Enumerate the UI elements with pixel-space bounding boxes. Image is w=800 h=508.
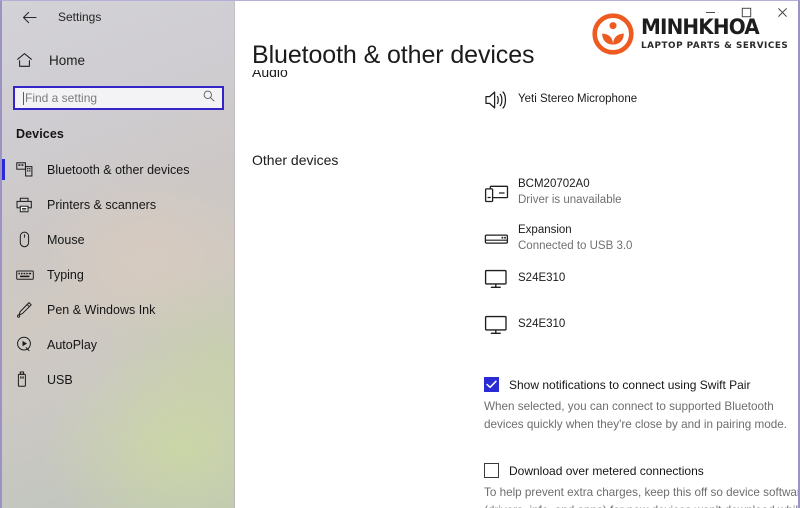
swift-pair-description: When selected, you can connect to suppor… [484,400,788,431]
sidebar-section-title: Devices [16,127,64,141]
main-content: MINHKHOA LAPTOP PARTS & SERVICES Audio Y… [235,1,798,508]
device-name: Yeti Stereo Microphone [518,93,638,106]
sidebar-item-bluetooth-other-devices[interactable]: Bluetooth & other devices [2,152,234,187]
swift-pair-label: Show notifications to connect using Swif… [509,377,751,392]
back-arrow-icon[interactable] [16,4,42,30]
device-row-bcm20702a0[interactable]: BCM20702A0 Driver is unavailable [484,177,622,208]
device-row-s24e310-1[interactable]: S24E310 [484,264,565,294]
monitor-icon [484,264,518,294]
window-titlebar-left: Settings [2,1,234,33]
sidebar-item-label: Typing [47,267,84,282]
device-row-s24e310-2[interactable]: S24E310 [484,310,565,340]
selection-accent-bar [2,159,5,180]
page-title: Bluetooth & other devices [252,41,541,70]
group-heading-other-devices: Other devices [252,152,339,168]
speaker-icon [484,85,518,115]
text-caret [23,91,24,105]
device-row-expansion[interactable]: Expansion Connected to USB 3.0 [484,223,632,254]
device-name: BCM20702A0 [518,178,590,190]
device-text: S24E310 [518,271,565,287]
sidebar: Settings Home Find a setting Devices Blu… [2,1,235,508]
paired-devices-icon [484,178,518,208]
printer-icon [16,196,38,214]
sidebar-item-pen-windows-ink[interactable]: Pen & Windows Ink [2,292,234,327]
metered-connections-description: To help prevent extra charges, keep this… [484,486,798,508]
external-drive-icon [484,224,518,254]
settings-scroll-area[interactable]: Audio Yeti Stereo Microphone Other devic… [235,1,798,508]
sidebar-item-home-label: Home [49,52,86,68]
bluetooth-devices-icon [16,161,38,179]
settings-window: Settings Home Find a setting Devices Blu… [0,0,800,508]
metered-connections-checkbox[interactable] [484,463,499,478]
sidebar-item-home[interactable]: Home [2,45,234,75]
autoplay-icon [16,336,38,354]
app-title: Settings [58,10,102,24]
device-status: Driver is unavailable [518,193,622,206]
search-container: Find a setting [13,86,224,110]
window-controls [692,1,798,23]
keyboard-icon [16,266,38,284]
search-input[interactable]: Find a setting [13,86,224,110]
sidebar-nav-list: Bluetooth & other devices Printers & sca… [2,152,234,397]
monitor-icon [484,310,518,340]
device-text: Yeti Stereo Microphone [518,92,637,108]
device-text: BCM20702A0 Driver is unavailable [518,177,622,208]
search-icon[interactable] [203,89,215,107]
minhkhoa-logo-icon [591,13,634,55]
sidebar-item-label: AutoPlay [47,337,98,352]
sidebar-item-autoplay[interactable]: AutoPlay [2,327,234,362]
sidebar-item-printers-scanners[interactable]: Printers & scanners [2,187,234,222]
mouse-icon [16,231,38,249]
close-button[interactable] [764,1,798,23]
brand-tagline: LAPTOP PARTS & SERVICES [640,40,788,52]
sidebar-item-label: Mouse [47,232,85,247]
sidebar-item-label: Bluetooth & other devices [47,162,190,177]
search-placeholder: Find a setting [25,91,98,105]
pen-icon [16,301,38,319]
device-text: Expansion Connected to USB 3.0 [518,223,632,254]
device-name: S24E310 [518,318,566,331]
minimize-button[interactable] [692,1,728,23]
device-row-yeti-stereo-microphone[interactable]: Yeti Stereo Microphone [484,85,637,115]
usb-icon [16,371,38,389]
checkbox-row-swift-pair[interactable]: Show notifications to connect using Swif… [484,377,750,392]
sidebar-item-label: Printers & scanners [47,197,157,212]
device-name: Expansion [518,224,572,236]
swift-pair-checkbox[interactable] [484,377,499,392]
sidebar-item-label: Pen & Windows Ink [47,302,156,317]
sidebar-item-usb[interactable]: USB [2,362,234,397]
device-status: Connected to USB 3.0 [518,239,633,252]
sidebar-item-mouse[interactable]: Mouse [2,222,234,257]
metered-connections-label: Download over metered connections [509,463,704,478]
device-text: S24E310 [518,317,565,333]
device-name: S24E310 [518,272,566,285]
sidebar-item-label: USB [47,372,73,387]
home-icon [16,52,40,68]
maximize-button[interactable] [728,1,764,23]
checkbox-row-metered-connections[interactable]: Download over metered connections [484,463,704,478]
sidebar-item-typing[interactable]: Typing [2,257,234,292]
